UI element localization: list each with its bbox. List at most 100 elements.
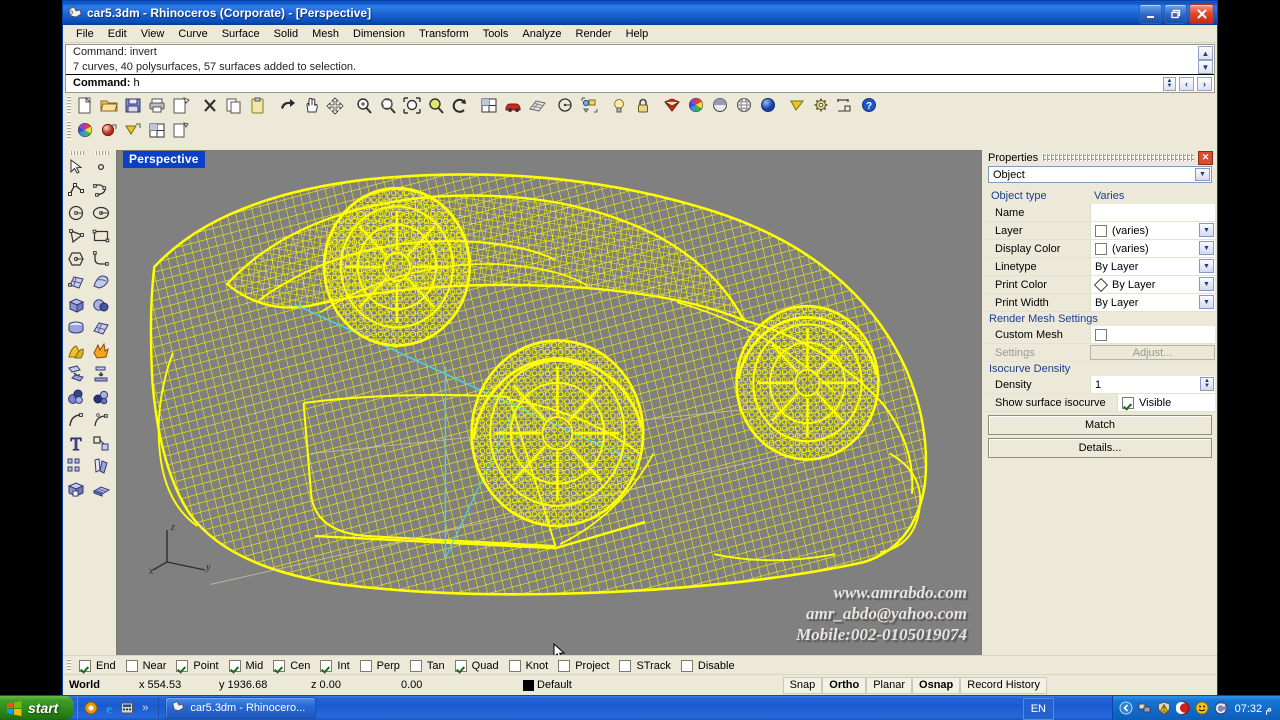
rectangle-icon[interactable] <box>91 226 114 249</box>
curve-corner-icon[interactable] <box>91 249 114 272</box>
menu-item-render[interactable]: Render <box>569 27 619 41</box>
viewport-layout-icon[interactable] <box>146 120 169 142</box>
mesh-solid-icon[interactable] <box>91 479 114 502</box>
toolbar-grip[interactable] <box>67 96 71 115</box>
media-player-icon[interactable] <box>84 701 98 715</box>
network-icon[interactable] <box>1138 701 1152 715</box>
sphere-shaded-icon[interactable] <box>757 95 780 117</box>
chevron-down-icon[interactable]: ▼ <box>1199 277 1214 291</box>
details-button[interactable]: Details... <box>988 438 1212 458</box>
toolbar-grip[interactable] <box>67 121 71 140</box>
status-cplane[interactable]: World <box>63 677 133 693</box>
zoom-selected-icon[interactable] <box>425 95 448 117</box>
property-row-density[interactable]: Density 1 ▲ ▼ <box>985 376 1215 394</box>
smiley-icon[interactable] <box>1195 701 1209 715</box>
checkbox-icon[interactable] <box>409 659 422 672</box>
properties-type-select[interactable]: Object ▼ <box>988 166 1212 183</box>
command-next-button[interactable]: › <box>1197 77 1212 91</box>
scroll-down-icon[interactable]: ▼ <box>1198 60 1213 74</box>
checkbox-icon[interactable] <box>680 659 693 672</box>
boolean-union-icon[interactable] <box>66 341 89 364</box>
light-bulb-icon[interactable] <box>608 95 631 117</box>
minimize-button[interactable] <box>1139 4 1162 24</box>
toolbar-grip[interactable] <box>67 659 71 672</box>
flag-render-icon[interactable] <box>122 120 145 142</box>
property-row-layer[interactable]: Layer (varies) ▼ <box>985 222 1215 240</box>
command-history-scrollbar[interactable]: ▲ ▼ <box>1198 46 1213 74</box>
property-row-custom-mesh[interactable]: Custom Mesh <box>985 326 1215 344</box>
mesh-grid-icon[interactable] <box>526 95 549 117</box>
solid-box-icon[interactable] <box>66 479 89 502</box>
car-render-icon[interactable] <box>502 95 525 117</box>
open-folder-icon[interactable] <box>98 95 121 117</box>
command-spinner-icon[interactable]: ▲ ▼ <box>1163 77 1176 91</box>
scroll-up-icon[interactable]: ▲ <box>1198 46 1213 60</box>
status-layer[interactable]: Default <box>517 677 679 693</box>
property-value-wrap[interactable]: By Layer ▼ <box>1090 294 1215 311</box>
menu-item-mesh[interactable]: Mesh <box>305 27 346 41</box>
osnap-point[interactable]: Point <box>172 659 222 672</box>
update-icon[interactable] <box>1214 701 1228 715</box>
checkbox-icon[interactable] <box>508 659 521 672</box>
save-icon[interactable] <box>122 95 145 117</box>
curve-interp-icon[interactable] <box>91 180 114 203</box>
sphere-wire-icon[interactable] <box>733 95 756 117</box>
command-prev-button[interactable]: ‹ <box>1179 77 1194 91</box>
command-input-line[interactable]: Command: h ▲ ▼ ‹ › <box>66 75 1214 92</box>
ellipse-center-icon[interactable] <box>91 203 114 226</box>
chevron-down-icon[interactable]: ▼ <box>1199 223 1214 237</box>
chevron-more-icon[interactable]: » <box>138 701 152 715</box>
help-icon[interactable]: ? <box>858 95 881 117</box>
offset-icon[interactable] <box>91 433 114 456</box>
delete-icon[interactable] <box>199 95 222 117</box>
osnap-near[interactable]: Near <box>122 659 171 672</box>
curve-fillet-icon[interactable] <box>91 410 114 433</box>
extrude-down-icon[interactable] <box>66 364 89 387</box>
toggle-ortho[interactable]: Ortho <box>822 676 867 694</box>
zoom-extents-icon[interactable] <box>401 95 424 117</box>
chevron-down-icon[interactable]: ▼ <box>1199 295 1214 309</box>
close-icon[interactable]: ✕ <box>1198 150 1213 165</box>
density-stepper[interactable]: ▲ ▼ <box>1200 377 1214 391</box>
property-value-wrap[interactable]: (varies) ▼ <box>1090 222 1215 239</box>
visible-checkbox[interactable] <box>1122 396 1134 409</box>
polygon-icon[interactable] <box>66 226 89 249</box>
property-value-wrap[interactable]: By Layer ▼ <box>1090 276 1215 293</box>
property-row-linetype[interactable]: Linetype By Layer ▼ <box>985 258 1215 276</box>
menu-item-surface[interactable]: Surface <box>215 27 267 41</box>
menu-item-view[interactable]: View <box>134 27 172 41</box>
surface-patch-icon[interactable] <box>91 318 114 341</box>
menu-item-help[interactable]: Help <box>619 27 656 41</box>
material-icon[interactable] <box>661 95 684 117</box>
circle-center-icon[interactable] <box>555 95 578 117</box>
checkbox-icon[interactable] <box>79 659 91 672</box>
checkbox-icon[interactable] <box>619 659 632 672</box>
osnap-cen[interactable]: Cen <box>269 659 314 672</box>
property-row-show-isocurve[interactable]: Show surface isocurve Visible <box>985 394 1215 412</box>
adjust-button[interactable]: Adjust... <box>1090 345 1215 360</box>
property-value-wrap[interactable]: 1 ▲ ▼ <box>1090 376 1215 393</box>
menu-item-curve[interactable]: Curve <box>171 27 214 41</box>
copy-icon[interactable] <box>223 95 246 117</box>
property-value-wrap[interactable] <box>1090 326 1215 343</box>
toolbar-grip[interactable] <box>95 151 110 155</box>
property-value-wrap[interactable]: Visible <box>1117 394 1215 411</box>
circle-icon[interactable] <box>66 203 89 226</box>
paste-icon[interactable] <box>247 95 270 117</box>
checkbox-icon[interactable] <box>454 659 467 672</box>
panel-drag-handle[interactable] <box>1042 154 1194 161</box>
checkbox-icon[interactable] <box>359 659 372 672</box>
checkbox-icon[interactable] <box>228 659 241 672</box>
checkbox-icon[interactable] <box>176 659 189 672</box>
start-button[interactable]: start <box>0 696 75 720</box>
extrude-flat-icon[interactable] <box>91 364 114 387</box>
osnap-int[interactable]: Int <box>316 659 353 672</box>
osnap-quad[interactable]: Quad <box>451 659 503 672</box>
sphere-group-icon[interactable] <box>66 387 89 410</box>
dimension-icon[interactable] <box>834 95 857 117</box>
property-value-wrap[interactable]: By Layer ▼ <box>1090 258 1215 275</box>
toolbar-grip[interactable] <box>70 151 85 155</box>
menu-item-file[interactable]: File <box>69 27 101 41</box>
cylinder-icon[interactable] <box>66 318 89 341</box>
toggle-osnap[interactable]: Osnap <box>912 676 961 694</box>
